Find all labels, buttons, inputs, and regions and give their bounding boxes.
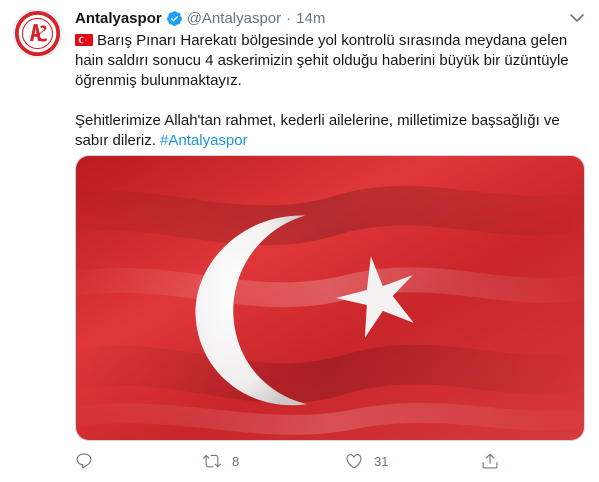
separator-dot: · [286, 9, 292, 27]
retweet-button[interactable]: 8 [203, 449, 239, 473]
retweet-icon [203, 454, 221, 468]
turkey-flag-emoji-icon [75, 34, 93, 46]
reply-button[interactable] [75, 449, 104, 473]
handle[interactable]: @Antalyaspor [187, 10, 281, 27]
reply-icon [76, 453, 92, 469]
tweet-paragraph-1: Barış Pınarı Harekatı bölgesinde yol kon… [75, 31, 585, 91]
tweet[interactable]: Antalyaspor @Antalyaspor · 14m Barış Pın… [0, 0, 599, 482]
like-icon [346, 454, 362, 469]
hashtag-link[interactable]: #Antalyaspor [160, 132, 248, 149]
timestamp[interactable]: 14m [296, 10, 325, 27]
like-count: 31 [374, 453, 389, 469]
turkish-flag-image [76, 156, 584, 440]
tweet-actions: 8 31 [75, 449, 585, 473]
tweet-media-image[interactable] [75, 155, 585, 441]
tweet-paragraph-2: Şehitlerimize Allah'tan rahmet, kederli … [75, 111, 585, 151]
verified-icon [166, 10, 183, 27]
tweet-text: Barış Pınarı Harekatı bölgesinde yol kon… [75, 31, 585, 151]
retweet-count: 8 [232, 453, 240, 469]
chevron-down-icon[interactable] [568, 11, 586, 25]
tweet-header: Antalyaspor @Antalyaspor · 14m [75, 8, 325, 28]
tweet-text-para1: Barış Pınarı Harekatı bölgesinde yol kon… [75, 32, 569, 89]
tweet-text-para2: Şehitlerimize Allah'tan rahmet, kederli … [75, 112, 560, 149]
display-name[interactable]: Antalyaspor [75, 10, 162, 27]
like-button[interactable]: 31 [345, 449, 388, 473]
share-icon [482, 453, 498, 469]
antalyaspor-logo-icon [14, 10, 61, 57]
avatar[interactable] [13, 9, 62, 58]
share-button[interactable] [481, 449, 499, 473]
